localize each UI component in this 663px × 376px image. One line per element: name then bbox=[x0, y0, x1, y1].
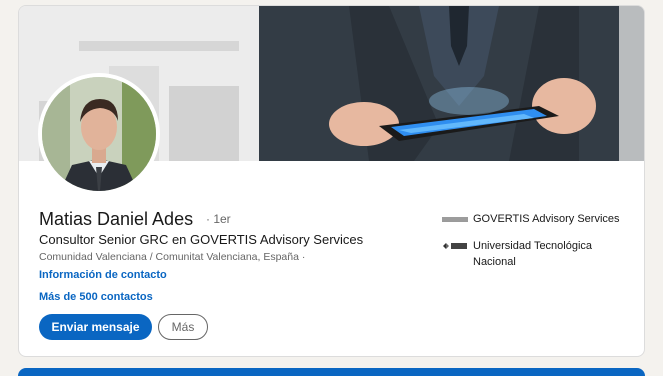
profile-avatar[interactable] bbox=[38, 73, 160, 195]
company-name: GOVERTIS Advisory Services bbox=[473, 213, 620, 225]
current-company[interactable]: GOVERTIS Advisory Services bbox=[441, 211, 620, 227]
avatar-photo bbox=[42, 77, 156, 191]
education-school[interactable]: Universidad Tecnológica Nacional bbox=[441, 238, 623, 270]
profile-location: Comunidad Valenciana / Comunitat Valenci… bbox=[39, 251, 306, 263]
more-button[interactable]: Más bbox=[158, 314, 208, 340]
profile-name: Matias Daniel Ades bbox=[39, 209, 194, 229]
contact-info-link[interactable]: Información de contacto bbox=[39, 269, 167, 281]
next-section-edge bbox=[18, 368, 645, 376]
send-message-button[interactable]: Enviar mensaje bbox=[39, 314, 152, 340]
profile-card: Matias Daniel Ades · 1er Consultor Senio… bbox=[18, 5, 645, 357]
school-name: Universidad Tecnológica Nacional bbox=[473, 240, 593, 268]
company-logo-icon bbox=[441, 212, 469, 226]
connections-link[interactable]: Más de 500 contactos bbox=[39, 291, 153, 303]
school-logo-icon bbox=[441, 239, 469, 253]
profile-headline: Consultor Senior GRC en GOVERTIS Advisor… bbox=[39, 232, 364, 247]
connection-degree: · 1er bbox=[206, 212, 231, 226]
